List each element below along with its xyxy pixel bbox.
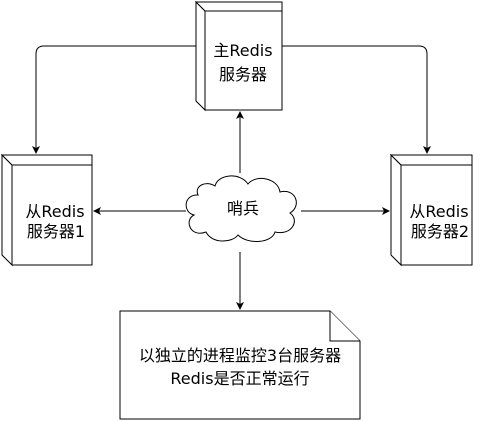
- slave1-label-line2: 服务器1: [27, 222, 85, 241]
- note-line1: 以独立的进程监控3台服务器: [139, 346, 341, 365]
- master-label-line1: 主Redis: [213, 41, 272, 60]
- edge-master-to-slave2: [282, 45, 431, 154]
- note-line2: Redis是否正常运行: [170, 369, 309, 388]
- slave2-redis-server: 从Redis 服务器2: [389, 153, 473, 267]
- edge-master-to-slave1: [32, 45, 196, 154]
- sentinel-label: 哨兵: [227, 199, 259, 218]
- architecture-diagram: 主Redis 服务器 从Redis 服务器1 从Redis 服务器2 哨兵 以独…: [0, 0, 473, 420]
- slave1-label-line1: 从Redis: [25, 202, 84, 221]
- master-label-line2: 服务器: [219, 65, 267, 84]
- sentinel-cloud: 哨兵: [185, 175, 297, 242]
- master-redis-server: 主Redis 服务器: [194, 0, 283, 112]
- slave1-redis-server: 从Redis 服务器1: [0, 153, 93, 267]
- slave2-label-line2: 服务器2: [411, 222, 469, 241]
- sentinel-note: 以独立的进程监控3台服务器 Redis是否正常运行: [119, 310, 361, 420]
- slave2-label-line1: 从Redis: [409, 202, 468, 221]
